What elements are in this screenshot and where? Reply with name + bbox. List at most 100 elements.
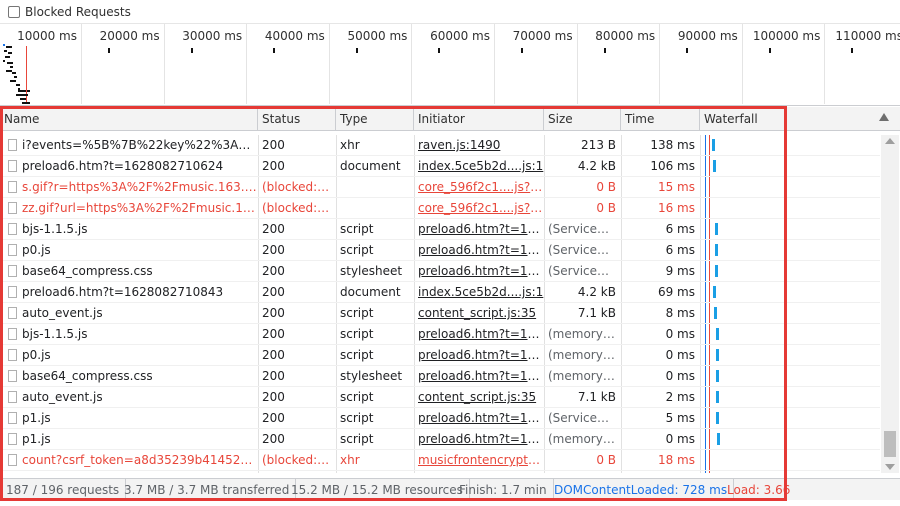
overview-tick-label: 40000 ms — [264, 29, 325, 43]
column-header-status[interactable]: Status — [258, 107, 336, 131]
table-row[interactable]: auto_event.js 200 script content_script.js:… — [0, 387, 880, 408]
table-row[interactable]: s.gif?r=https%3A%2F%2Fmusic.163.com%... (… — [0, 177, 880, 198]
request-size: 0 B — [596, 453, 616, 467]
request-initiator[interactable]: musicfrontencryptval... — [414, 450, 544, 471]
request-type: script — [340, 243, 374, 257]
column-header-initiator[interactable]: Initiator — [414, 107, 544, 131]
request-time: 18 ms — [657, 453, 695, 467]
request-type — [336, 198, 414, 219]
file-icon — [8, 160, 17, 172]
table-row[interactable]: p0.js 200 script preload6.htm?t=162... (memo… — [0, 345, 880, 366]
table-row[interactable]: preload6.htm?t=1628082710843 200 document i… — [0, 282, 880, 303]
request-initiator[interactable]: preload6.htm?t=162... — [414, 408, 544, 429]
request-initiator[interactable]: core_596f2c1....js?59... — [414, 177, 544, 198]
request-time: 0 ms — [665, 369, 695, 383]
overview-tick-label: 90000 ms — [677, 29, 738, 43]
blocked-requests-label[interactable]: Blocked Requests — [25, 5, 131, 19]
overview-activity-mark — [273, 48, 276, 53]
request-time: 15 ms — [657, 180, 695, 194]
dom-content-loaded-time: DOMContentLoaded: 728 ms — [548, 479, 735, 501]
request-name: count?csrf_token=a8d35239b414529246c... — [22, 453, 258, 467]
table-row[interactable]: p1.js 200 script preload6.htm?t=162... (memo… — [0, 429, 880, 450]
table-row[interactable]: p0.js 200 script preload6.htm?t=162... (Serv… — [0, 240, 880, 261]
overview-activity-mark — [438, 48, 441, 53]
request-time: 8 ms — [665, 306, 695, 320]
request-size: 4.2 kB — [577, 285, 616, 299]
table-row[interactable]: bjs-1.1.5.js 200 script preload6.htm?t=162.… — [0, 219, 880, 240]
request-initiator[interactable]: preload6.htm?t=162... — [414, 261, 544, 282]
request-size: (memory c... — [548, 432, 621, 446]
request-name: p0.js — [22, 243, 51, 257]
request-size: (memory c... — [548, 348, 621, 362]
request-name: i?events=%5B%7B%22key%22%3A%22b_... — [22, 138, 258, 152]
request-size: (memory c... — [548, 369, 621, 383]
request-size: (ServiceWo... — [548, 411, 621, 425]
column-header-time[interactable]: Time — [621, 107, 700, 131]
column-header-waterfall[interactable]: Waterfall — [700, 107, 900, 131]
request-initiator[interactable]: index.5ce5b2d....js:1 — [414, 156, 544, 177]
table-row[interactable]: base64_compress.css 200 stylesheet preload6… — [0, 261, 880, 282]
request-name: p1.js — [22, 432, 51, 446]
request-name: s.gif?r=https%3A%2F%2Fmusic.163.com%... — [22, 180, 258, 194]
request-initiator[interactable]: content_script.js:35 — [414, 387, 544, 408]
table-scrollbar[interactable] — [881, 135, 899, 473]
table-row[interactable]: count?csrf_token=a8d35239b414529246c... (… — [0, 450, 880, 471]
request-name: auto_event.js — [22, 306, 103, 320]
request-size: (memory c... — [548, 327, 621, 341]
request-count: 187 / 196 requests — [0, 479, 127, 501]
request-status: 200 — [262, 243, 285, 257]
table-row[interactable]: p1.js 200 script preload6.htm?t=162... (Serv… — [0, 408, 880, 429]
overview-tick-label: 70000 ms — [512, 29, 573, 43]
table-row[interactable]: base64_compress.css 200 stylesheet preload6… — [0, 366, 880, 387]
request-name: p0.js — [22, 348, 51, 362]
request-initiator[interactable]: core_596f2c1....js?59... — [414, 198, 544, 219]
request-initiator[interactable]: content_script.js:35 — [414, 303, 544, 324]
scroll-down-arrow-icon[interactable] — [885, 464, 895, 470]
waterfall-bar — [715, 223, 718, 235]
request-type: stylesheet — [340, 369, 403, 383]
transferred-size: 3.7 MB / 3.7 MB transferred — [118, 479, 297, 501]
file-icon — [8, 307, 17, 319]
request-size: 7.1 kB — [577, 306, 616, 320]
file-icon — [8, 412, 17, 424]
request-initiator[interactable]: preload6.htm?t=162... — [414, 429, 544, 450]
column-header-size[interactable]: Size — [544, 107, 621, 131]
table-row[interactable]: preload6.htm?t=1628082710624 200 document i… — [0, 156, 880, 177]
request-initiator[interactable]: index.5ce5b2d....js:1 — [414, 282, 544, 303]
table-row[interactable]: bjs-1.1.5.js 200 script preload6.htm?t=162.… — [0, 324, 880, 345]
network-overview-timeline[interactable]: 10000 ms 20000 ms 30000 ms 40000 ms 50000 ms… — [0, 24, 900, 106]
request-time: 138 ms — [650, 138, 695, 152]
scrollbar-thumb[interactable] — [884, 431, 896, 457]
table-row[interactable]: auto_event.js 200 script content_script.js:… — [0, 303, 880, 324]
overview-activity-mark — [686, 48, 689, 53]
network-requests-table: Name Status Type Initiator Size Time Wat… — [0, 107, 900, 473]
request-name: bjs-1.1.5.js — [22, 222, 88, 236]
request-status: (blocked:ot... — [262, 180, 336, 194]
request-initiator[interactable]: preload6.htm?t=162... — [414, 219, 544, 240]
request-name: base64_compress.css — [22, 369, 153, 383]
overview-tick-label: 50000 ms — [347, 29, 408, 43]
waterfall-bar — [712, 139, 715, 151]
request-initiator[interactable]: preload6.htm?t=162... — [414, 366, 544, 387]
table-row[interactable]: zz.gif?url=https%3A%2F%2Fmusic.163.co...… — [0, 198, 880, 219]
request-size: 0 B — [596, 180, 616, 194]
request-type: document — [340, 159, 401, 173]
blocked-requests-checkbox[interactable] — [8, 5, 20, 18]
table-row[interactable]: i?events=%5B%7B%22key%22%3A%22b_... 200 xh… — [0, 135, 880, 156]
file-icon — [8, 433, 17, 445]
request-status: (blocked:ot... — [262, 201, 336, 215]
scroll-up-arrow-icon[interactable] — [885, 138, 895, 144]
request-status: 200 — [262, 327, 285, 341]
request-time: 5 ms — [665, 411, 695, 425]
request-initiator[interactable]: preload6.htm?t=162... — [414, 345, 544, 366]
sort-ascending-icon[interactable] — [879, 113, 889, 121]
request-initiator[interactable]: preload6.htm?t=162... — [414, 240, 544, 261]
request-initiator[interactable]: preload6.htm?t=162... — [414, 324, 544, 345]
column-header-name[interactable]: Name — [0, 107, 258, 131]
blocked-requests-bar: Blocked Requests — [0, 0, 900, 24]
request-initiator[interactable]: raven.js:1490 — [414, 135, 544, 156]
overview-tick-label: 100000 ms — [752, 29, 821, 43]
request-time: 0 ms — [665, 348, 695, 362]
request-name: p1.js — [22, 411, 51, 425]
column-header-type[interactable]: Type — [336, 107, 414, 131]
